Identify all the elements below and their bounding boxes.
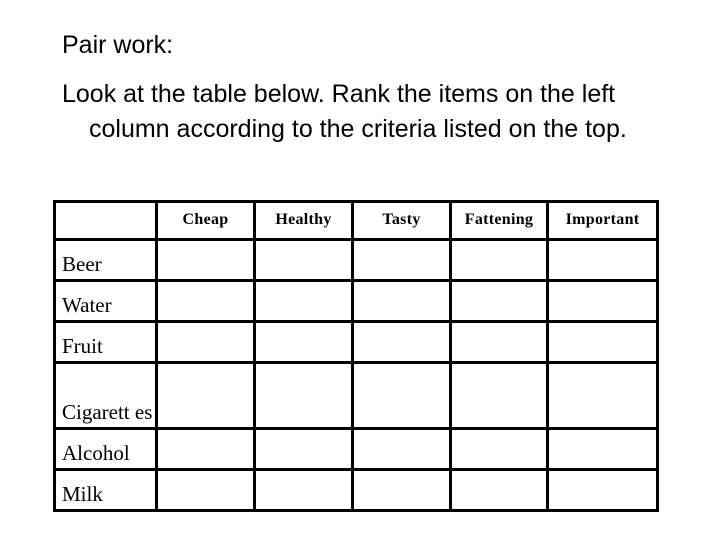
column-header-fattening: Fattening — [449, 200, 549, 241]
ranking-table: Cheap Healthy Tasty Fattening Important … — [53, 200, 659, 512]
row-label: Beer — [53, 238, 158, 282]
column-header-tasty: Tasty — [351, 200, 452, 241]
corner-cell — [53, 200, 158, 241]
header-row: Cheap Healthy Tasty Fattening Important — [53, 200, 659, 241]
rank-cell[interactable] — [155, 427, 256, 471]
rank-cell[interactable] — [546, 238, 659, 282]
table-row: Fruit — [53, 320, 659, 364]
instruction-text: Look at the table below. Rank the items … — [62, 80, 627, 143]
row-label: Water — [53, 279, 158, 323]
rank-cell[interactable] — [449, 427, 549, 471]
rank-cell[interactable] — [449, 361, 549, 430]
column-header-important: Important — [546, 200, 659, 241]
rank-cell[interactable] — [155, 468, 256, 512]
instructions: Pair work: Look at the table below. Rank… — [62, 28, 662, 147]
table-row: Alcohol — [53, 427, 659, 471]
column-header-healthy: Healthy — [253, 200, 354, 241]
rank-cell[interactable] — [449, 320, 549, 364]
table-row: Beer — [53, 238, 659, 282]
rank-cell[interactable] — [253, 468, 354, 512]
row-label: Fruit — [53, 320, 158, 364]
rank-cell[interactable] — [351, 238, 452, 282]
row-label: Milk — [53, 468, 158, 512]
rank-cell[interactable] — [351, 361, 452, 430]
rank-cell[interactable] — [253, 279, 354, 323]
rank-cell[interactable] — [546, 427, 659, 471]
rank-cell[interactable] — [253, 427, 354, 471]
rank-cell[interactable] — [351, 468, 452, 512]
rank-cell[interactable] — [351, 320, 452, 364]
rank-cell[interactable] — [253, 320, 354, 364]
column-header-cheap: Cheap — [155, 200, 256, 241]
table-row: Cigarett es — [53, 361, 659, 430]
row-label: Alcohol — [53, 427, 158, 471]
rank-cell[interactable] — [155, 238, 256, 282]
rank-cell[interactable] — [546, 320, 659, 364]
heading: Pair work: — [62, 31, 174, 59]
rank-cell[interactable] — [546, 468, 659, 512]
rank-cell[interactable] — [546, 361, 659, 430]
rank-cell[interactable] — [351, 427, 452, 471]
rank-cell[interactable] — [155, 320, 256, 364]
rank-cell[interactable] — [351, 279, 452, 323]
table-row: Water — [53, 279, 659, 323]
rank-cell[interactable] — [155, 279, 256, 323]
rank-cell[interactable] — [155, 361, 256, 430]
rank-cell[interactable] — [449, 468, 549, 512]
rank-cell[interactable] — [449, 238, 549, 282]
rank-cell[interactable] — [546, 279, 659, 323]
rank-cell[interactable] — [253, 238, 354, 282]
row-label: Cigarett es — [53, 361, 158, 430]
rank-cell[interactable] — [253, 361, 354, 430]
rank-cell[interactable] — [449, 279, 549, 323]
table-row: Milk — [53, 468, 659, 512]
